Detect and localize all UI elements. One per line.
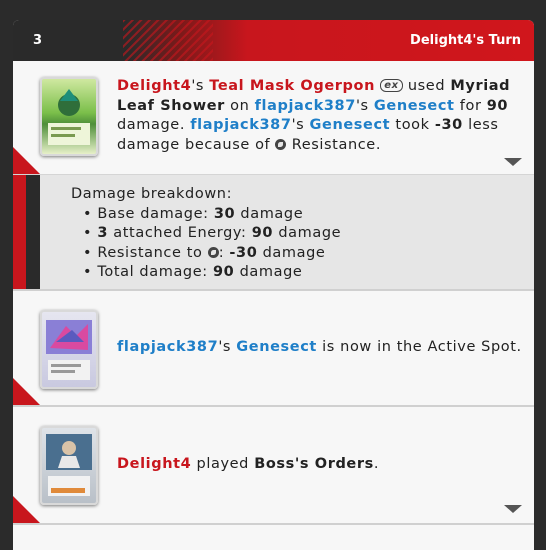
breakdown-energy: • 3 attached Energy: 90 damage	[71, 224, 341, 244]
resist-unit: damage	[257, 244, 326, 261]
log-entry-next	[13, 525, 534, 550]
energy-label: attached Energy:	[108, 225, 252, 241]
card-name[interactable]: Boss's Orders	[254, 456, 374, 472]
breakdown-text: Damage breakdown: • Base damage: 30 dama…	[71, 185, 341, 283]
energy-unit: damage	[273, 225, 342, 241]
base-unit: damage	[235, 205, 304, 222]
entry-corner-accent	[13, 496, 40, 523]
breakdown-base: • Base damage: 30 damage	[71, 205, 341, 225]
trainer-log-text: Delight4 played Boss's Orders.	[117, 455, 532, 475]
possessive: 's	[355, 97, 374, 114]
reduction-value: -30	[434, 117, 463, 133]
log-entry-attack[interactable]: Delight4's Teal Mask Ogerpon ex used Myr…	[13, 61, 534, 174]
damage-breakdown: Damage breakdown: • Base damage: 30 dama…	[13, 174, 534, 290]
entry-corner-accent	[13, 378, 40, 405]
ogerpon-art-icon	[48, 89, 90, 145]
total-value: 90	[212, 264, 235, 280]
entry-corner-accent	[13, 147, 40, 174]
total-unit: damage	[234, 264, 303, 280]
boss-orders-art-icon	[46, 434, 92, 496]
game-log-panel: 3 Delight4's Turn Delight4's Teal Mask O…	[13, 20, 534, 550]
possessive: 's	[291, 117, 310, 133]
pokemon-name[interactable]: Genesect	[236, 339, 317, 355]
damage-word: damage.	[117, 117, 191, 133]
card-ogerpon-image[interactable]	[40, 77, 98, 156]
genesect-art-icon	[46, 320, 92, 380]
breakdown-dark-bar	[26, 175, 40, 289]
opponent-name[interactable]: flapjack387	[255, 98, 356, 114]
pokemon-name[interactable]: Teal Mask Ogerpon	[209, 78, 375, 94]
active-spot-log-text: flapjack387's Genesect is now in the Act…	[117, 338, 532, 358]
played-word: played	[191, 456, 255, 472]
used-word: used	[402, 78, 451, 94]
possessive: 's	[218, 339, 237, 355]
grass-type-icon	[207, 246, 219, 258]
turn-header: 3 Delight4's Turn	[13, 20, 534, 61]
player-name[interactable]: Delight4	[117, 456, 191, 472]
bullet: •	[83, 225, 98, 241]
breakdown-accent-bar	[13, 175, 26, 289]
base-value: 30	[213, 205, 236, 222]
chevron-down-icon[interactable]	[504, 505, 522, 513]
possessive: 's	[191, 78, 210, 94]
resistance-text: Resistance.	[286, 136, 382, 153]
turn-label: Delight4's Turn	[410, 33, 521, 48]
attack-log-text: Delight4's Teal Mask Ogerpon ex used Myr…	[117, 77, 522, 155]
resist-value: -30	[229, 244, 258, 261]
player-name[interactable]: Delight4	[117, 78, 191, 94]
card-boss-orders-image[interactable]	[40, 426, 98, 505]
opponent-name[interactable]: flapjack387	[117, 339, 218, 355]
target-name-2[interactable]: Genesect	[310, 117, 391, 133]
period: .	[373, 456, 380, 472]
log-entry-trainer[interactable]: Delight4 played Boss's Orders.	[13, 407, 534, 523]
damage-value: 90	[486, 97, 509, 114]
ex-icon: ex	[380, 79, 403, 92]
target-name[interactable]: Genesect	[374, 98, 455, 114]
opponent-name-2[interactable]: flapjack387	[190, 117, 291, 133]
card-genesect-image[interactable]	[40, 310, 98, 389]
energy-value: 90	[251, 225, 274, 241]
total-label: • Total damage:	[83, 264, 213, 280]
base-label: • Base damage:	[83, 205, 214, 222]
breakdown-total: • Total damage: 90 damage	[71, 263, 341, 283]
grass-type-icon	[275, 138, 287, 150]
on-word: on	[224, 97, 255, 114]
energy-count: 3	[97, 225, 109, 241]
breakdown-resistance: • Resistance to : -30 damage	[83, 244, 326, 261]
chevron-up-icon[interactable]	[504, 158, 522, 166]
for-word: for	[454, 97, 487, 114]
turn-number: 3	[33, 33, 43, 48]
log-entry-active-spot[interactable]: flapjack387's Genesect is now in the Act…	[13, 291, 534, 405]
breakdown-title: Damage breakdown:	[71, 186, 233, 202]
took-word: took	[390, 117, 435, 133]
active-spot-text: is now in the Active Spot.	[316, 339, 522, 355]
resist-label: • Resistance to	[83, 244, 208, 261]
